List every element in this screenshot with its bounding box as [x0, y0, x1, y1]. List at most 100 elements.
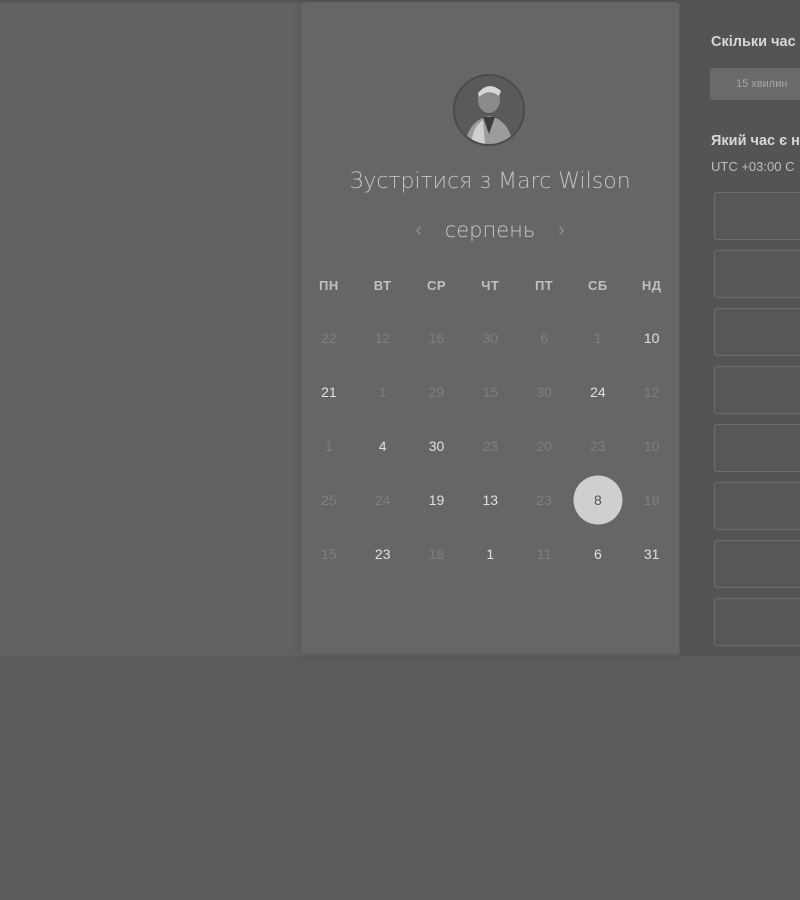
calendar-day[interactable]: 6 — [571, 527, 625, 581]
time-slot-button[interactable] — [714, 598, 800, 646]
calendar-day: 25 — [302, 473, 356, 527]
weekday-label: ПТ — [534, 278, 554, 293]
calendar-day-number: 20 — [536, 438, 552, 454]
time-slot-button[interactable] — [714, 540, 800, 588]
calendar-day-number: 18 — [643, 492, 660, 508]
time-slot-button[interactable] — [714, 250, 800, 298]
calendar-day-number: 1 — [325, 438, 333, 454]
calendar-day: 23 — [571, 419, 625, 473]
calendar-day-number: 30 — [482, 330, 499, 346]
calendar-day: 11 — [517, 527, 571, 581]
booking-panel: Скільки час 15 хвилин Який час є н UTC +… — [680, 0, 800, 656]
calendar-day: 30 — [463, 311, 517, 365]
calendar-day-number: 23 — [374, 546, 391, 562]
weekday-label: ПН — [319, 278, 339, 293]
calendar-day: 18 — [410, 527, 464, 581]
time-slot-button[interactable] — [714, 308, 800, 356]
calendar-day[interactable]: 1 — [463, 527, 517, 581]
calendar-day: 22 — [302, 311, 356, 365]
calendar-day: 29 — [410, 365, 464, 419]
calendar-day-number: 1 — [378, 384, 387, 400]
calendar-day-number: 1 — [486, 546, 495, 562]
calendar-day: 6 — [517, 311, 571, 365]
calendar-day-number: 23 — [536, 492, 552, 508]
calendar-day-number: 10 — [643, 438, 660, 454]
person-photo-icon — [455, 76, 523, 144]
scheduler-card: Зустрітися з Marc Wilson ‹ серпень › ПН … — [301, 2, 679, 654]
calendar-day-number: 23 — [590, 438, 606, 454]
calendar-day-number: 15 — [321, 546, 337, 562]
calendar-day-number: 24 — [374, 492, 391, 508]
calendar-day-number: 25 — [321, 492, 337, 508]
calendar-day-number: 13 — [482, 492, 499, 508]
avatar — [453, 74, 525, 146]
time-slot-button[interactable] — [714, 192, 800, 240]
calendar-day-number: 16 — [428, 330, 445, 346]
calendar-day[interactable]: 23 — [356, 527, 410, 581]
calendar-day-number: 19 — [428, 492, 445, 508]
calendar-day-number: 18 — [428, 546, 445, 562]
duration-question: Скільки час — [711, 34, 796, 50]
calendar-day: 1 — [571, 311, 625, 365]
calendar-day-number: 11 — [536, 546, 552, 562]
calendar-day-selected[interactable]: 8 — [571, 473, 625, 527]
calendar-day: 18 — [625, 473, 679, 527]
calendar-day-number: 29 — [428, 384, 445, 400]
calendar-day[interactable]: 19 — [410, 473, 464, 527]
calendar-day-number: 30 — [428, 438, 445, 454]
calendar-day-number: 31 — [643, 546, 660, 562]
calendar-day: 23 — [517, 473, 571, 527]
calendar-day[interactable]: 4 — [356, 419, 410, 473]
weekday-label: СБ — [588, 278, 608, 293]
calendar-day-number: 12 — [643, 384, 660, 400]
time-slot-button[interactable] — [714, 424, 800, 472]
calendar-day: 15 — [463, 365, 517, 419]
weekday-label: ЧТ — [481, 278, 500, 293]
month-label: серпень — [444, 218, 536, 242]
calendar-day-number: 1 — [593, 330, 602, 346]
calendar-day-number: 23 — [482, 438, 499, 454]
calendar-day: 15 — [302, 527, 356, 581]
calendar-day-number: 22 — [321, 330, 337, 346]
calendar-day[interactable]: 30 — [410, 419, 464, 473]
calendar-day-number: 30 — [536, 384, 552, 400]
time-slot-button[interactable] — [714, 482, 800, 530]
calendar-day: 10 — [625, 419, 679, 473]
calendar-day: 1 — [356, 365, 410, 419]
calendar-day-number: 6 — [540, 330, 548, 346]
month-navigation: ‹ серпень › — [301, 216, 679, 244]
calendar-day-number: 4 — [378, 438, 387, 454]
calendar-day: 23 — [463, 419, 517, 473]
page-title: Зустрітися з Marc Wilson — [349, 169, 631, 194]
chevron-left-icon[interactable]: ‹ — [409, 219, 429, 242]
calendar-day: 20 — [517, 419, 571, 473]
duration-option-button[interactable]: 15 хвилин — [710, 68, 800, 100]
calendar-day[interactable]: 31 — [625, 527, 679, 581]
chevron-right-icon[interactable]: › — [551, 219, 571, 242]
calendar-day: 12 — [356, 311, 410, 365]
time-slot-button[interactable] — [714, 366, 800, 414]
calendar-day[interactable]: 21 — [302, 365, 356, 419]
timezone-label[interactable]: UTC +03:00 С — [711, 159, 794, 174]
calendar-day: 1 — [302, 419, 356, 473]
calendar-day-number: 8 — [593, 492, 602, 508]
calendar-day-number: 10 — [643, 330, 660, 346]
calendar-day-number: 12 — [374, 330, 391, 346]
calendar-day: 30 — [517, 365, 571, 419]
calendar-day: 24 — [356, 473, 410, 527]
calendar-day: 12 — [625, 365, 679, 419]
weekday-label: НД — [641, 278, 662, 293]
calendar-day[interactable]: 13 — [463, 473, 517, 527]
calendar-week: 25 24 19 13 23 8 18 — [301, 473, 680, 527]
weekday-label: СР — [426, 278, 447, 293]
calendar-day: 16 — [410, 311, 464, 365]
calendar-day-number: 6 — [593, 546, 602, 562]
calendar-day[interactable]: 24 — [571, 365, 625, 419]
calendar-week: 21 1 29 15 30 24 12 — [301, 365, 680, 419]
time-question: Який час є н — [711, 133, 800, 149]
calendar-week: 15 23 18 1 11 6 31 — [301, 527, 680, 581]
calendar-day-number: 21 — [321, 384, 337, 400]
calendar-day[interactable]: 10 — [625, 311, 679, 365]
calendar-week: 1 4 30 23 20 23 10 — [301, 419, 680, 473]
weekday-header: ПН ВТ СР ЧТ ПТ СБ НД — [301, 278, 680, 293]
